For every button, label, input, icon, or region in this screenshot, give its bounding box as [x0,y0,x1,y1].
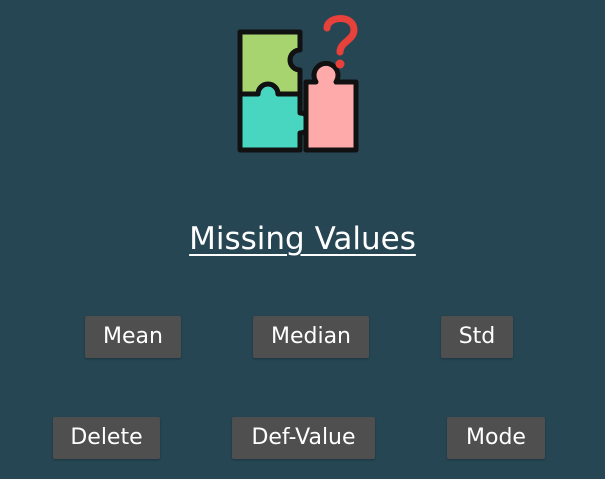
delete-button[interactable]: Delete [53,417,160,459]
def-value-button[interactable]: Def-Value [232,417,375,459]
page-title: Missing Values [189,221,416,257]
mode-button[interactable]: Mode [447,417,545,459]
median-button[interactable]: Median [253,316,369,358]
puzzle-question-icon [232,10,364,158]
mean-button[interactable]: Mean [85,316,181,358]
std-button[interactable]: Std [441,316,513,358]
